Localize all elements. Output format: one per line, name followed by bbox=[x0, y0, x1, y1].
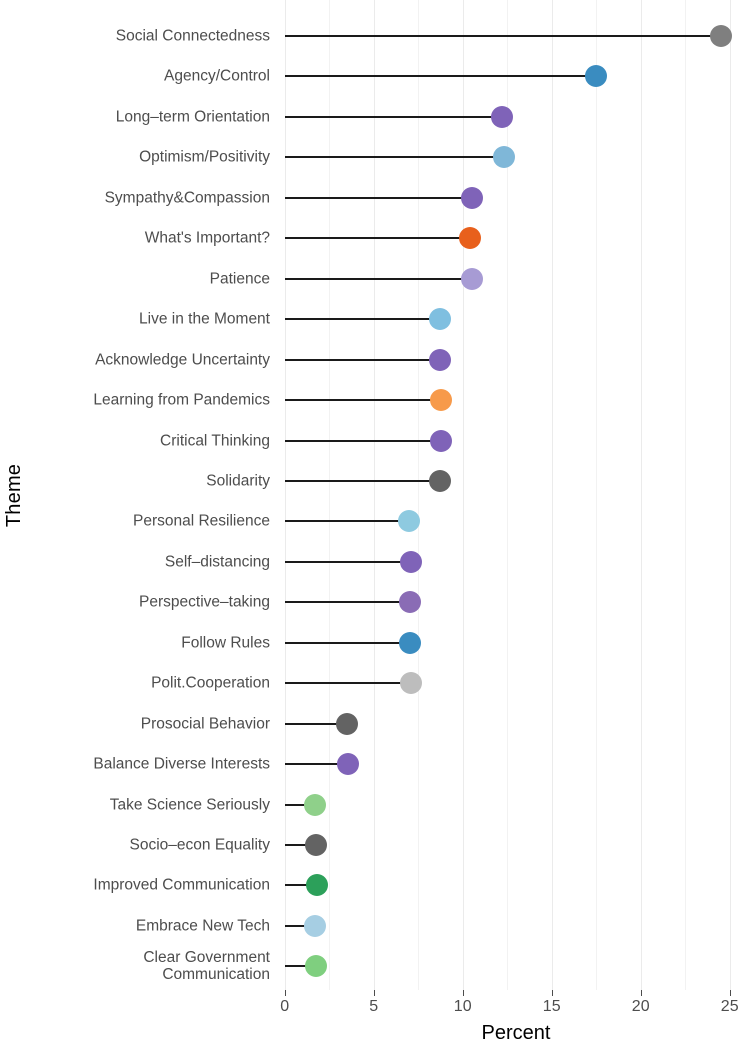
lollipop-stem bbox=[284, 399, 442, 402]
lollipop-stem bbox=[284, 358, 441, 361]
x-axis-tick-mark bbox=[551, 990, 553, 996]
gridline-major bbox=[373, 0, 375, 990]
lollipop-stem bbox=[284, 601, 411, 604]
gridline-minor bbox=[418, 0, 420, 990]
y-axis-tick-label: Balance Diverse Interests bbox=[93, 755, 270, 773]
gridline-major bbox=[551, 0, 553, 990]
lollipop-point bbox=[398, 510, 421, 533]
x-axis: Percent 0 5 10 15 20 25 bbox=[278, 990, 754, 1056]
lollipop-stem bbox=[284, 682, 412, 685]
gridline-major bbox=[462, 0, 464, 990]
y-axis-tick-label: Clear Government Communication bbox=[143, 949, 270, 984]
plot-panel bbox=[278, 0, 754, 990]
lollipop-point bbox=[429, 469, 452, 492]
x-axis-tick-label: 25 bbox=[720, 998, 739, 1015]
lollipop-point bbox=[429, 348, 452, 371]
lollipop-chart: Theme Social Connectedness Agency/Control… bbox=[0, 0, 754, 1056]
x-axis-tick-label: 15 bbox=[542, 998, 561, 1015]
x-axis-tick-mark bbox=[729, 990, 731, 996]
y-axis-tick-label: Social Connectedness bbox=[115, 27, 270, 45]
lollipop-stem bbox=[284, 115, 502, 118]
lollipop-point bbox=[303, 914, 326, 937]
lollipop-point bbox=[303, 793, 326, 816]
y-axis-title: Theme bbox=[0, 0, 30, 990]
y-axis-tick-label: Embrace New Tech bbox=[135, 917, 270, 935]
x-axis-tick-mark bbox=[373, 990, 375, 996]
gridline-major bbox=[729, 0, 731, 990]
lollipop-point bbox=[305, 874, 328, 897]
lollipop-point bbox=[430, 429, 453, 452]
lollipop-point bbox=[399, 591, 422, 614]
lollipop-point bbox=[458, 227, 481, 250]
x-axis-tick-mark bbox=[284, 990, 286, 996]
x-axis-tick-label: 0 bbox=[280, 998, 290, 1015]
lollipop-stem bbox=[284, 237, 470, 240]
y-axis-tick-label: Self–distancing bbox=[164, 553, 270, 571]
lollipop-point bbox=[709, 25, 732, 47]
lollipop-point bbox=[399, 631, 422, 654]
x-axis-tick-label: 20 bbox=[631, 998, 650, 1015]
lollipop-point bbox=[490, 105, 513, 128]
lollipop-point bbox=[460, 186, 483, 209]
x-axis-tick-mark bbox=[640, 990, 642, 996]
y-axis-tick-label: Live in the Moment bbox=[139, 310, 270, 328]
y-axis-tick-label: Perspective–taking bbox=[139, 593, 270, 611]
y-axis-tick-label: Sympathy&Compassion bbox=[104, 189, 270, 207]
y-axis-tick-label: Critical Thinking bbox=[160, 432, 270, 449]
lollipop-stem bbox=[284, 560, 412, 563]
y-axis-tick-label: Personal Resilience bbox=[133, 512, 270, 530]
lollipop-stem bbox=[284, 520, 410, 523]
lollipop-point bbox=[304, 834, 327, 856]
y-axis-tick-labels: Social Connectedness Agency/Control Long–t… bbox=[30, 0, 278, 990]
gridline-major bbox=[284, 0, 286, 990]
y-axis-tick-label: Polit.Cooperation bbox=[151, 674, 270, 692]
lollipop-point bbox=[336, 712, 358, 735]
y-axis-tick-label: Prosocial Behavior bbox=[140, 715, 270, 733]
y-axis-tick-label: Solidarity bbox=[206, 472, 270, 490]
gridline-minor bbox=[685, 0, 687, 990]
x-axis-title-label: Percent bbox=[481, 1022, 551, 1044]
lollipop-point bbox=[585, 65, 608, 88]
y-axis-tick-label: Learning from Pandemics bbox=[93, 391, 270, 409]
lollipop-point bbox=[336, 753, 359, 776]
x-axis-tick-label: 5 bbox=[369, 998, 379, 1015]
lollipop-point bbox=[428, 308, 451, 331]
y-axis-tick-label: Agency/Control bbox=[164, 67, 270, 85]
y-axis-tick-label: Follow Rules bbox=[181, 634, 270, 652]
lollipop-point bbox=[400, 550, 423, 573]
gridline-minor bbox=[329, 0, 331, 990]
y-axis-tick-label: Acknowledge Uncertainty bbox=[95, 351, 270, 369]
gridline-minor bbox=[596, 0, 598, 990]
lollipop-stem bbox=[284, 196, 472, 199]
lollipop-stem bbox=[284, 318, 440, 321]
y-axis-tick-label: Improved Communication bbox=[93, 876, 270, 894]
y-axis-tick-label: Patience bbox=[209, 270, 270, 288]
lollipop-stem bbox=[284, 439, 442, 442]
lollipop-point bbox=[492, 146, 515, 169]
y-axis-title-label: Theme bbox=[3, 463, 26, 527]
lollipop-point bbox=[460, 267, 483, 290]
y-axis-tick-label: Socio–econ Equality bbox=[129, 836, 270, 854]
lollipop-point bbox=[430, 389, 453, 412]
y-axis-tick-label: What's Important? bbox=[144, 229, 270, 247]
gridline-major bbox=[640, 0, 642, 990]
lollipop-point bbox=[400, 672, 423, 695]
x-axis-tick-mark bbox=[462, 990, 464, 996]
lollipop-stem bbox=[284, 35, 721, 37]
lollipop-stem bbox=[284, 641, 411, 644]
x-axis-tick-label: 10 bbox=[453, 998, 472, 1015]
y-axis-tick-label: Take Science Seriously bbox=[109, 796, 270, 814]
lollipop-stem bbox=[284, 75, 597, 78]
y-axis-tick-label: Long–term Orientation bbox=[115, 108, 270, 126]
lollipop-stem bbox=[284, 479, 441, 482]
lollipop-stem bbox=[284, 277, 472, 280]
y-axis-tick-label: Optimism/Positivity bbox=[139, 148, 270, 166]
lollipop-point bbox=[304, 955, 327, 978]
lollipop-stem bbox=[284, 156, 504, 159]
